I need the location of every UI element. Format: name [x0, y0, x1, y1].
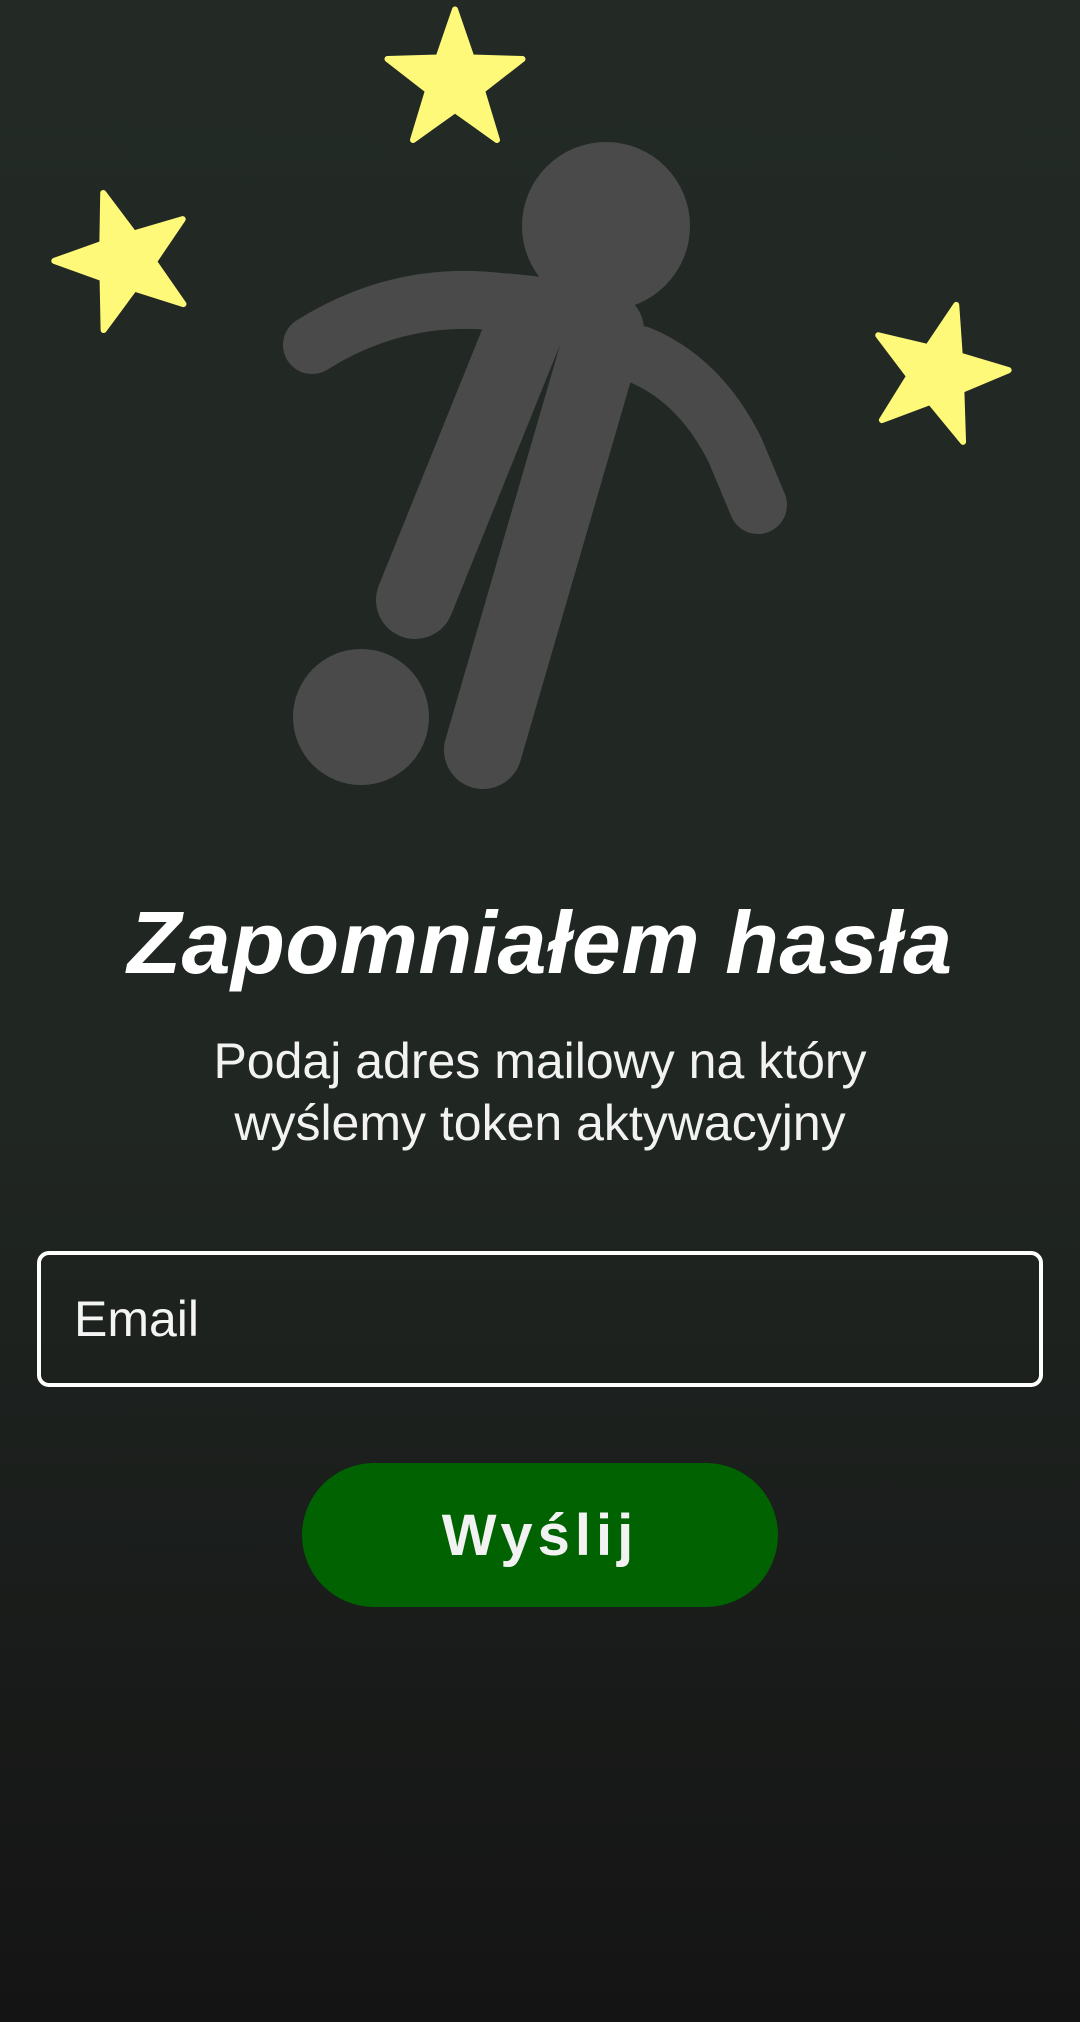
subtitle-line: Podaj adres mailowy na który — [213, 1033, 867, 1089]
hero-illustration — [0, 0, 1080, 820]
page-title: Zapomniałem hasła — [127, 893, 953, 992]
email-placeholder: Email — [74, 1291, 200, 1347]
subtitle-line: wyślemy token aktywacyjny — [234, 1095, 846, 1151]
send-button[interactable]: Wyślij — [302, 1463, 778, 1607]
page-subtitle: Podaj adres mailowy na który wyślemy tok… — [120, 1030, 960, 1154]
star-icon — [51, 189, 187, 334]
email-field[interactable]: Email — [37, 1251, 1043, 1387]
soccer-player-icon — [283, 142, 787, 789]
star-icon — [875, 301, 1012, 445]
send-button-label: Wyślij — [441, 1502, 639, 1568]
